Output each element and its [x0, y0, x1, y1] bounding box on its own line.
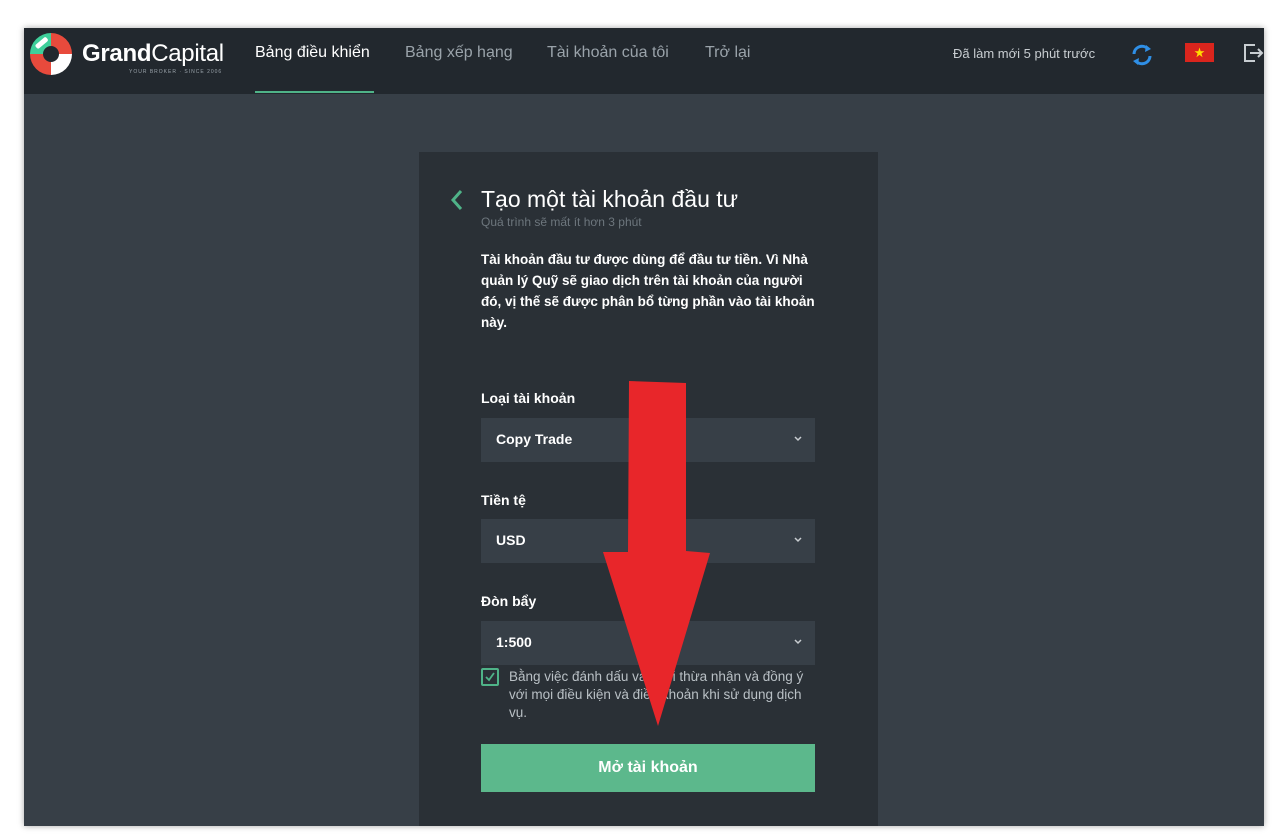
grandcapital-logo[interactable]: GrandCapital YOUR BROKER · SINCE 2006 [26, 30, 226, 80]
form-title: Tạo một tài khoản đầu tư [481, 186, 739, 212]
chevron-down-icon [794, 537, 802, 543]
last-refreshed-text: Đã làm mới 5 phút trước [953, 46, 1096, 61]
form-description: Tài khoản đầu tư được dùng để đầu tư tiề… [481, 252, 815, 330]
logo-mark-icon [30, 33, 72, 75]
leverage-label: Đòn bẩy [481, 593, 537, 609]
nav-dashboard[interactable]: Bảng điều khiển [255, 44, 370, 62]
terms-checkbox[interactable] [481, 668, 499, 686]
account-type-select[interactable]: Copy Trade [481, 418, 815, 462]
nav-my-accounts[interactable]: Tài khoản của tôi [547, 44, 669, 62]
leverage-value: 1:500 [496, 634, 532, 650]
leverage-select[interactable]: 1:500 [481, 621, 815, 665]
chevron-down-icon [794, 436, 802, 442]
create-investment-account-card: Tạo một tài khoản đầu tư Quá trình sẽ mấ… [419, 152, 878, 826]
nav-back[interactable]: Trở lại [705, 44, 750, 62]
currency-value: USD [496, 532, 526, 548]
logout-icon[interactable] [1241, 41, 1264, 65]
chevron-down-icon [794, 639, 802, 645]
nav-leaderboard[interactable]: Bảng xếp hạng [405, 44, 513, 62]
terms-text: Bằng việc đánh dấu vào, tôi thừa nhận và… [509, 669, 804, 720]
top-navigation-bar: GrandCapital YOUR BROKER · SINCE 2006 Bả… [24, 28, 1264, 94]
open-account-button[interactable]: Mở tài khoản [481, 744, 815, 792]
form-subtitle: Quá trình sẽ mất ít hơn 3 phút [481, 215, 642, 229]
currency-select[interactable]: USD [481, 519, 815, 563]
logo-tagline: YOUR BROKER · SINCE 2006 [129, 69, 223, 75]
account-type-value: Copy Trade [496, 431, 573, 447]
active-tab-indicator [255, 91, 374, 93]
app-window: GrandCapital YOUR BROKER · SINCE 2006 Bả… [24, 28, 1264, 826]
logo-wordmark: GrandCapital [82, 40, 224, 67]
currency-label: Tiền tệ [481, 492, 526, 508]
account-type-label: Loại tài khoản [481, 390, 576, 406]
back-chevron-icon[interactable] [449, 188, 465, 212]
vietnam-flag-icon[interactable] [1185, 43, 1214, 62]
refresh-icon[interactable] [1128, 41, 1156, 69]
checkmark-icon [485, 672, 495, 682]
